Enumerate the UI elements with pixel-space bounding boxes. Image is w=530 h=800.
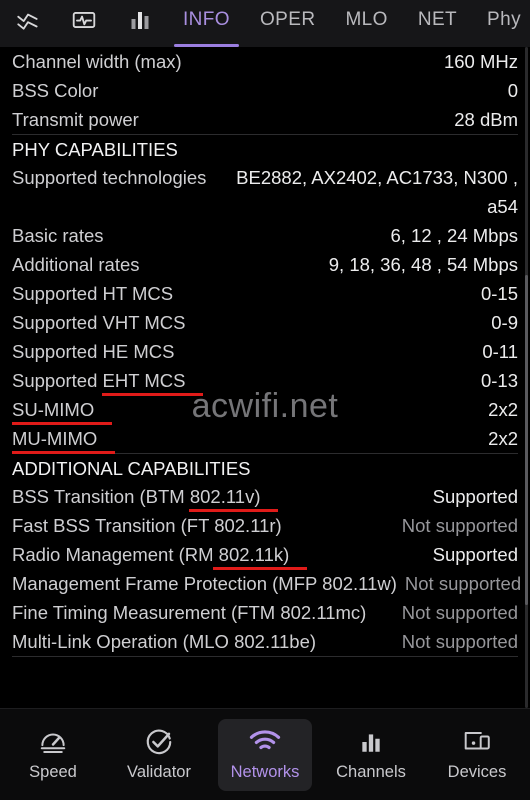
table-row: Additional rates 9, 18, 36, 48 , 54 Mbps <box>12 250 518 279</box>
row-value: 6, 12 , 24 Mbps <box>390 225 518 246</box>
table-row: Multi-Link Operation (MLO 802.11be) Not s… <box>12 627 518 656</box>
row-value: Supported <box>432 544 518 565</box>
app-root: INFO OPER MLO NET Phy acwifi.net Channel wid… <box>0 0 530 800</box>
row-key: Basic rates <box>12 225 104 246</box>
row-key: Multi-Link Operation (MLO 802.11be) <box>12 631 317 652</box>
tab-label: NET <box>417 9 458 30</box>
table-row: Supported HE MCS 0-11 <box>12 337 518 366</box>
row-key: Fine Timing Measurement (FTM 802.11mc) <box>12 602 367 623</box>
table-row: Radio Management (RM 802.11k) Supported <box>12 540 518 569</box>
check-circle-icon <box>142 728 176 756</box>
row-value: 2x2 <box>488 399 518 420</box>
table-row: Management Frame Protection (MFP 802.11w… <box>12 569 522 598</box>
table-row: Basic rates 6, 12 , 24 Mbps <box>12 221 518 250</box>
row-key: Channel width (max) <box>12 51 182 72</box>
row-key: Supported technologies <box>12 167 207 188</box>
row-value: 0-13 <box>480 370 518 391</box>
row-value: 28 dBm <box>454 109 518 130</box>
section-header-phy: PHY CAPABILITIES <box>12 134 518 163</box>
row-key: Transmit power <box>12 109 139 130</box>
info-scroll-area[interactable]: acwifi.net Channel width (max) 160 MHz BSS… <box>0 47 530 708</box>
row-key: SU-MIMO <box>12 399 95 420</box>
tab-info[interactable]: INFO <box>168 0 245 40</box>
tab-label: MLO <box>345 9 388 30</box>
nav-item-speed[interactable]: Speed <box>6 719 100 791</box>
wifi-icon <box>248 728 282 756</box>
row-key: Management Frame Protection (MFP 802.11w… <box>12 573 397 594</box>
bar-chart-icon[interactable] <box>112 0 168 40</box>
row-key: Supported HE MCS <box>12 341 175 362</box>
list-end-divider <box>12 656 518 657</box>
nav-item-label: Devices <box>447 762 507 781</box>
bar-chart-icon <box>354 728 388 756</box>
nav-item-channels[interactable]: Channels <box>324 719 418 791</box>
top-tab-bar: INFO OPER MLO NET Phy <box>0 0 530 47</box>
devices-icon <box>460 728 494 756</box>
nav-item-networks[interactable]: Networks <box>218 718 312 791</box>
annotation-underline <box>12 422 113 425</box>
row-value: 2x2 <box>488 428 518 449</box>
table-row: BSS Color 0 <box>12 76 518 105</box>
row-key: Fast BSS Transition (FT 802.11r) <box>12 515 282 536</box>
row-value: 160 MHz <box>443 51 518 72</box>
tab-label: INFO <box>183 9 230 30</box>
nav-item-devices[interactable]: Devices <box>430 719 524 791</box>
tab-label: Phy <box>487 9 521 30</box>
row-value: 0-11 <box>482 341 518 362</box>
tab-label: OPER <box>260 9 316 30</box>
monitor-pulse-icon[interactable] <box>56 0 112 40</box>
table-row: Channel width (max) 160 MHz <box>12 47 518 76</box>
row-value: 0 <box>507 80 518 101</box>
row-value: 0-9 <box>491 312 518 333</box>
table-row: MU-MIMO 2x2 <box>12 424 518 453</box>
tab-oper[interactable]: OPER <box>245 0 330 40</box>
nav-item-validator[interactable]: Validator <box>112 719 206 791</box>
nav-item-label: Channels <box>336 762 406 781</box>
tab-mlo[interactable]: MLO <box>330 0 402 40</box>
nav-item-label: Validator <box>127 762 191 781</box>
scrollbar-thumb[interactable] <box>525 275 528 605</box>
row-value: Not supported <box>401 602 518 623</box>
annotation-underline <box>189 509 279 512</box>
annotation-underline <box>212 567 308 570</box>
annotation-underline <box>102 393 204 396</box>
tab-phy[interactable]: Phy <box>472 0 530 40</box>
row-value: 0-15 <box>480 283 518 304</box>
line-chart-icon[interactable] <box>0 0 56 40</box>
table-row: Fast BSS Transition (FT 802.11r) Not supp… <box>12 511 518 540</box>
row-value: Not supported <box>401 515 518 536</box>
table-row: Supported EHT MCS 0-13 <box>12 366 518 395</box>
table-row: Transmit power 28 dBm <box>12 105 518 134</box>
nav-item-label: Speed <box>29 762 77 781</box>
speedometer-icon <box>36 728 70 756</box>
row-key: Supported EHT MCS <box>12 370 186 391</box>
table-row: SU-MIMO 2x2 <box>12 395 518 424</box>
table-row: BSS Transition (BTM 802.11v) Supported <box>12 482 518 511</box>
table-row: Supported VHT MCS 0-9 <box>12 308 518 337</box>
section-header-additional: ADDITIONAL CAPABILITIES <box>12 453 518 482</box>
bottom-navigation: Speed Validator Networks Channels Device… <box>0 708 530 800</box>
row-value: BE2882, AX2402, AC1733, N300 , a54 <box>236 167 518 217</box>
row-value: Not supported <box>404 573 522 594</box>
table-row: Fine Timing Measurement (FTM 802.11mc) No… <box>12 598 518 627</box>
row-key: MU-MIMO <box>12 428 98 449</box>
row-key: BSS Transition (BTM 802.11v) <box>12 486 261 507</box>
row-key: Additional rates <box>12 254 140 275</box>
row-key: Supported HT MCS <box>12 283 174 304</box>
tab-net[interactable]: NET <box>403 0 472 40</box>
table-row: Supported HT MCS 0-15 <box>12 279 518 308</box>
table-row: Supported technologies BE2882, AX2402, AC… <box>12 163 518 221</box>
row-value: 9, 18, 36, 48 , 54 Mbps <box>328 254 518 275</box>
row-value: Supported <box>432 486 518 507</box>
row-key: BSS Color <box>12 80 99 101</box>
row-key: Supported VHT MCS <box>12 312 186 333</box>
annotation-underline <box>12 451 116 454</box>
row-key: Radio Management (RM 802.11k) <box>12 544 290 565</box>
nav-item-label: Networks <box>230 762 300 781</box>
row-value: Not supported <box>401 631 518 652</box>
